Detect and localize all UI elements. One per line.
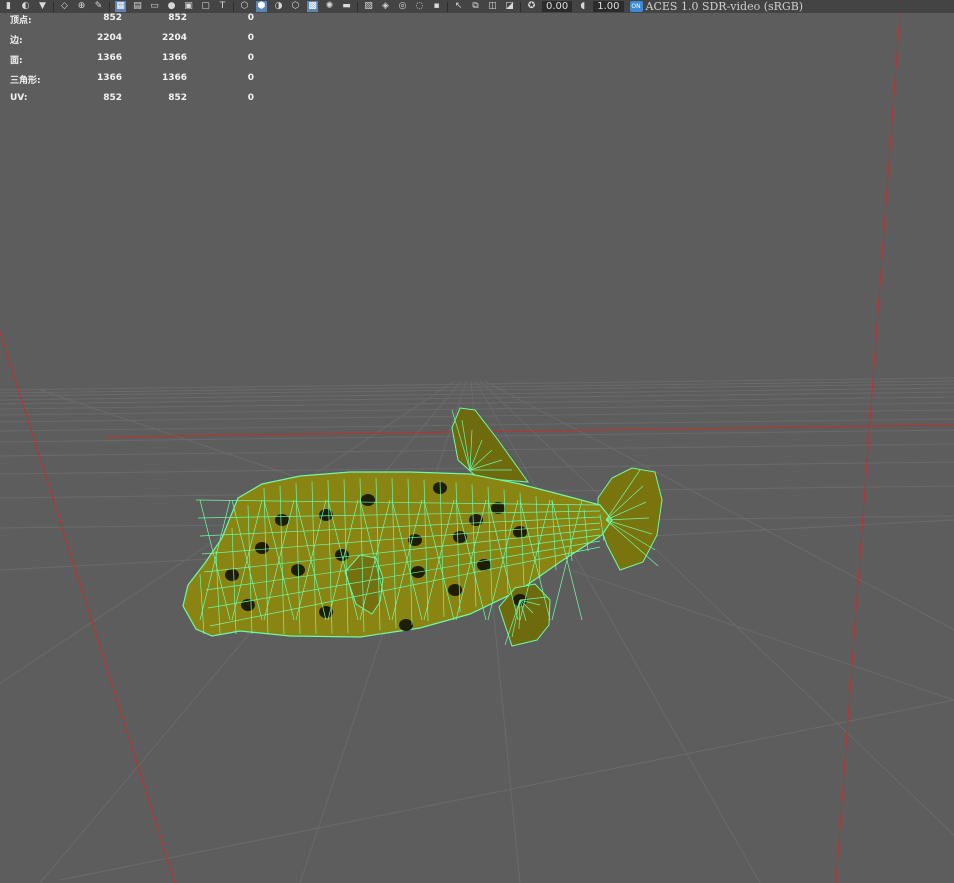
camera-attributes-icon[interactable]: ◐ [20, 1, 31, 12]
lights-icon[interactable]: ✺ [324, 1, 335, 12]
exposure-icon: ✪ [527, 1, 536, 11]
hud-value-a: 852 [103, 13, 122, 23]
toolbar-divider [520, 1, 521, 12]
film-gate-icon[interactable]: ▤ [132, 1, 143, 12]
x-axis-line [0, 331, 176, 883]
toolbar-divider [447, 1, 448, 12]
hud-value-c: 0 [247, 53, 254, 63]
safe-action-icon[interactable]: ▢ [200, 1, 211, 12]
exposure-field[interactable]: 0.00 [542, 1, 573, 12]
view-transform-label[interactable]: ACES 1.0 SDR-video (sRGB) [646, 0, 804, 13]
fish-spot [399, 619, 413, 631]
fish-spot [361, 494, 375, 506]
fish-spot [275, 514, 289, 526]
hud-row-edges: 边: 2204 2204 0 [0, 33, 280, 47]
hud-value-c: 0 [247, 73, 254, 83]
fish-spot [448, 584, 462, 596]
gamma-field[interactable]: 1.00 [593, 1, 624, 12]
hud-value-b: 2204 [161, 33, 187, 43]
xray-joints-icon[interactable]: ⧉ [470, 1, 481, 12]
hud-value-a: 1366 [96, 73, 122, 83]
hud-value-b: 1366 [161, 53, 187, 63]
toolbar-divider [233, 1, 234, 12]
anti-aliasing-icon[interactable]: ◈ [380, 1, 391, 12]
grease-pencil-icon[interactable]: ✎ [93, 1, 104, 12]
motion-blur-icon[interactable]: ◌ [414, 1, 425, 12]
wireframe-icon[interactable]: ⬡ [239, 1, 250, 12]
grid-line [0, 396, 954, 410]
hud-value-b: 852 [168, 93, 187, 103]
resolution-gate-icon[interactable]: ▭ [149, 1, 160, 12]
hud-value-a: 1366 [96, 53, 122, 63]
isolate-select-icon[interactable]: ▪ [431, 1, 442, 12]
field-chart-icon[interactable]: ▣ [183, 1, 194, 12]
fish-spot [241, 599, 255, 611]
hud-label: 边: [10, 36, 23, 46]
3d-viewport[interactable] [0, 13, 954, 883]
gamma-icon: ◖ [580, 1, 586, 11]
smooth-shade-icon[interactable]: ⬢ [256, 1, 267, 12]
hud-label: UV: [10, 93, 28, 103]
hud-value-b: 852 [168, 13, 187, 23]
hud-value-a: 2204 [96, 33, 122, 43]
gate-mask-icon[interactable]: ● [166, 1, 177, 12]
grid-icon[interactable]: ▦ [115, 1, 126, 12]
bookmark-icon[interactable]: ▼ [37, 1, 48, 12]
grid-line [484, 380, 954, 631]
camera-icon[interactable]: ▮ [3, 1, 14, 12]
hud-label: 顶点: [10, 16, 32, 26]
hud-row-faces: 面: 1366 1366 0 [0, 53, 280, 67]
hud-value-b: 1366 [161, 73, 187, 83]
hud-value-c: 0 [247, 33, 254, 43]
textured-icon[interactable]: ▩ [307, 1, 318, 12]
shadows-icon[interactable]: ▬ [341, 1, 352, 12]
hud-value-a: 852 [103, 93, 122, 103]
fish-spot [225, 569, 239, 581]
fish-spot [255, 542, 269, 554]
toolbar-divider [109, 1, 110, 12]
hud-row-uvs: UV: 852 852 0 [0, 93, 280, 107]
image-plane-icon[interactable]: ◇ [59, 1, 70, 12]
boxfish-model [182, 407, 663, 647]
default-material-icon[interactable]: ◑ [273, 1, 284, 12]
safe-title-icon[interactable]: T [217, 1, 228, 12]
toolbar-divider [53, 1, 54, 12]
ambient-occlusion-icon[interactable]: ▧ [363, 1, 374, 12]
hud-value-c: 0 [247, 13, 254, 23]
hud-value-c: 0 [247, 93, 254, 103]
backface-culling-icon[interactable]: ◪ [504, 1, 515, 12]
2d-pan-zoom-icon[interactable]: ⊕ [76, 1, 87, 12]
wireframe-on-shaded-icon[interactable]: ⬡ [290, 1, 301, 12]
xray-icon[interactable]: ↖ [453, 1, 464, 12]
hud-row-vertices: 顶点: 852 852 0 [0, 13, 280, 27]
fish-spot [513, 526, 527, 538]
grid-line [59, 699, 954, 881]
grid-line [479, 380, 954, 836]
depth-of-field-icon[interactable]: ◎ [397, 1, 408, 12]
hud-row-triangles: 三角形: 1366 1366 0 [0, 73, 280, 87]
xray-components-icon[interactable]: ◫ [487, 1, 498, 12]
color-management-toggle[interactable]: ON [629, 1, 643, 12]
hud-label: 面: [10, 56, 23, 66]
viewport-toolbar: ▮ ◐ ▼ ◇ ⊕ ✎ ▦ ▤ ▭ ● ▣ ▢ T ⬡ ⬢ ◑ ⬡ ▩ ✺ ▬ … [0, 0, 954, 13]
fish-dorsal-fin [451, 407, 530, 483]
toolbar-divider [357, 1, 358, 12]
hud-label: 三角形: [10, 76, 41, 86]
